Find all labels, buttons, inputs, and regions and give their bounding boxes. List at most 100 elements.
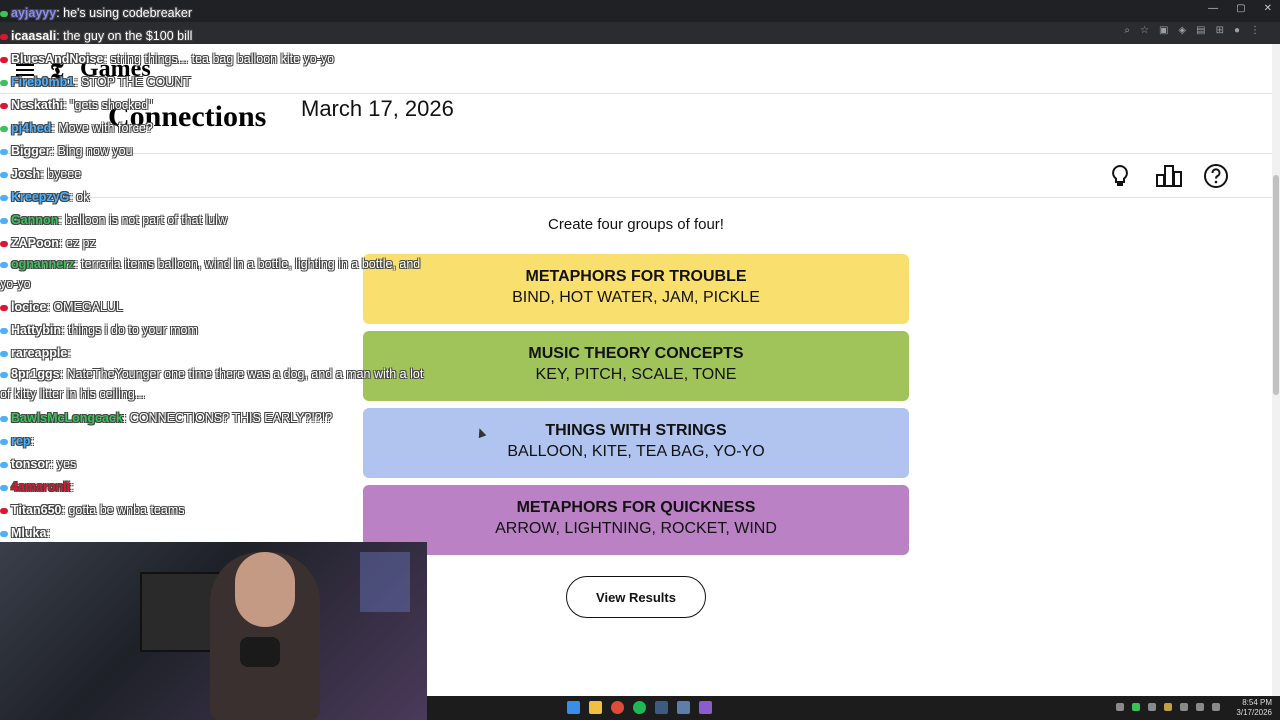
streamer-face [235,552,295,627]
chat-text: : gotta be wnba teams [61,503,185,517]
chat-username: pj4hed [11,121,52,135]
menu-icon[interactable]: ⋮ [1250,25,1260,36]
chat-message: Hattybin: things i do to your mom [0,319,198,341]
chat-badge-icon [0,371,8,378]
chat-badge-icon [0,194,8,201]
window-controls: — ▢ ✕ [1208,3,1272,14]
chat-username: icaasali [11,29,57,43]
chat-username: Josh [11,167,41,181]
chat-username: ayjayyy [11,6,57,20]
chat-text: : things i do to your mom [61,323,198,337]
chat-username: ZAPoon [11,236,59,250]
chat-badge-icon [0,79,8,86]
chat-username: locice [11,300,47,314]
stream-chat-overlay: ayjayyy: he's using codebreaker icaasali:… [0,2,440,542]
chat-text: : "gets shocked" [63,98,153,112]
chat-badge-icon [0,327,8,334]
view-results-button[interactable]: View Results [566,576,706,618]
instructions-text: Create four groups of four! [548,216,724,233]
spotify-icon[interactable] [633,701,646,714]
chat-text: : NateTheYounger one time there was a do… [0,367,424,401]
chat-text: : string things... tea bag balloon kite … [103,52,335,66]
chat-message: pj4hed: Move with force? [0,117,153,139]
chat-username: Mluka [11,526,47,540]
chat-message: rep: [0,430,34,452]
chat-text: : [30,434,34,448]
extension-icon[interactable]: ▣ [1159,25,1168,36]
clock-time: 8:54 PM [1242,698,1272,707]
system-tray [1116,703,1220,711]
chat-badge-icon [0,56,8,63]
maximize-icon[interactable]: ▢ [1236,3,1245,14]
chat-message: KreepzyG: ok [0,186,90,208]
chat-badge-icon [0,484,8,491]
chat-text: : [67,346,71,360]
chat-badge-icon [0,304,8,311]
stats-icon[interactable] [1155,162,1183,190]
minimize-icon[interactable]: — [1208,3,1218,14]
chat-badge-icon [0,350,8,357]
chat-message: Titan650: gotta be wnba teams [0,499,185,521]
chat-text: : Bing now you [50,144,133,158]
app-icon[interactable] [699,701,712,714]
chat-username: rep [11,434,31,448]
solved-group-purple: METAPHORS FOR QUICKNESS ARROW, LIGHTNING… [363,485,909,555]
taskbar-clock[interactable]: 8:54 PM 3/17/2026 [1236,698,1272,718]
tray-icon[interactable] [1164,703,1172,711]
help-icon[interactable] [1202,162,1230,190]
chat-username: Titan650 [11,503,62,517]
chat-text: : ok [69,190,90,204]
chat-username: BluesAndNoise [11,52,104,66]
chat-message: BluesAndNoise: string things... tea bag … [0,48,334,70]
chat-username: Gannon [11,213,59,227]
tray-icon[interactable] [1180,703,1188,711]
chat-text: : CONNECTIONS? THIS EARLY?!?!? [122,411,333,425]
bookmark-star-icon[interactable]: ☆ [1140,25,1149,36]
chat-text: : he's using codebreaker [56,6,192,20]
extension-icon[interactable]: ⊞ [1216,25,1224,36]
chat-badge-icon [0,148,8,155]
chat-username: BawlsMcLongcack [11,411,123,425]
chat-message: Neskathi: "gets shocked" [0,94,153,116]
chat-text: : yes [49,457,77,471]
chat-badge-icon [0,530,8,537]
chrome-icon[interactable] [611,701,624,714]
group-words: BALLOON, KITE, TEA BAG, YO-YO [507,443,765,460]
chat-username: Neskathi [11,98,64,112]
browser-toolbar-icons: ⌕ ☆ ▣ ◈ ▤ ⊞ ● ⋮ [1124,25,1260,36]
tray-icon[interactable] [1132,703,1140,711]
chat-badge-icon [0,240,8,247]
taskbar-apps [567,701,712,714]
wifi-icon[interactable] [1196,703,1204,711]
group-words: ARROW, LIGHTNING, ROCKET, WIND [495,520,777,537]
chat-message: 8pr1ggs: NateTheYounger one time there w… [0,364,430,404]
chat-username: tonsor [11,457,50,471]
chat-badge-icon [0,102,8,109]
steam-icon[interactable] [655,701,668,714]
zoom-icon[interactable]: ⌕ [1124,25,1130,36]
chat-message: 4amaronli: [0,476,74,498]
chat-text: : byeee [40,167,82,181]
tray-icon[interactable] [1116,703,1124,711]
file-explorer-icon[interactable] [589,701,602,714]
extension-icon[interactable]: ◈ [1178,25,1186,36]
group-title: METAPHORS FOR TROUBLE [525,268,747,285]
chat-message: tonsor: yes [0,453,76,475]
lightbulb-icon[interactable] [1106,162,1134,190]
profile-icon[interactable]: ● [1234,25,1240,36]
scrollbar-thumb[interactable] [1273,175,1279,395]
chat-message: Fireb0mb1: STOP THE COUNT [0,71,191,93]
steam-icon[interactable] [677,701,690,714]
chat-badge-icon [0,507,8,514]
extension-icon[interactable]: ▤ [1196,25,1205,36]
start-icon[interactable] [567,701,580,714]
chat-message: icaasali: the guy on the $100 bill [0,25,192,47]
microphone [240,637,280,667]
volume-icon[interactable] [1212,703,1220,711]
webcam-feed [0,542,427,720]
chat-username: KreepzyG [11,190,70,204]
close-icon[interactable]: ✕ [1264,3,1272,14]
tray-icon[interactable] [1148,703,1156,711]
chat-message: ayjayyy: he's using codebreaker [0,2,192,24]
chat-badge-icon [0,461,8,468]
